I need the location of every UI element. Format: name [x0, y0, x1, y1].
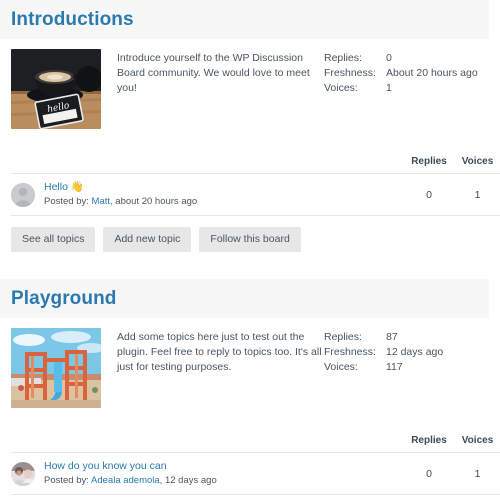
- board-thumbnail-playground: [11, 328, 101, 408]
- board-description: Add some topics here just to test out th…: [117, 331, 322, 373]
- see-all-topics-button[interactable]: See all topics: [11, 227, 96, 252]
- stat-freshness: Freshness: 12 days ago: [324, 345, 489, 360]
- stat-label-freshness: Freshness:: [324, 67, 376, 79]
- table-row[interactable]: Hello 👋 Posted by: Matt, about 20 hours …: [11, 173, 500, 216]
- topic-replies-count: 0: [426, 188, 432, 201]
- stat-value-replies: 0: [386, 52, 392, 64]
- topics-table-header: Replies Voices: [11, 156, 500, 173]
- stat-freshness: Freshness: About 20 hours ago: [324, 66, 489, 81]
- topic-main: How do you know you can Posted by: Adeal…: [35, 460, 403, 487]
- board-description: Introduce yourself to the WP Discussion …: [117, 52, 310, 94]
- stat-replies: Replies: 87: [324, 330, 489, 345]
- board-actions-introductions: See all topics Add new topic Follow this…: [0, 216, 500, 252]
- stat-label-voices: Voices:: [324, 82, 358, 94]
- column-header-voices: Voices: [461, 156, 494, 167]
- table-row[interactable]: How do you know you can Posted by: Adeal…: [11, 452, 500, 495]
- stat-value-voices: 1: [386, 82, 392, 94]
- board-stats: Replies: 87 Freshness: 12 days ago Voice…: [324, 328, 489, 408]
- stat-label-voices: Voices:: [324, 361, 358, 373]
- board-header-playground: Playground: [0, 279, 489, 318]
- follow-this-board-button[interactable]: Follow this board: [199, 227, 301, 252]
- topic-voices-count: 1: [474, 467, 481, 480]
- topics-table-header: Replies Voices: [11, 435, 500, 452]
- stat-value-freshness: About 20 hours ago: [386, 67, 478, 79]
- board-header-introductions: Introductions: [0, 0, 489, 39]
- stat-voices: Voices: 1: [324, 81, 489, 96]
- topic-title-link[interactable]: How do you know you can: [44, 460, 403, 473]
- topic-main: Hello 👋 Posted by: Matt, about 20 hours …: [35, 181, 403, 208]
- topics-table-introductions: Replies Voices Hello 👋 Posted by: Matt, …: [11, 156, 500, 216]
- board-stats: Replies: 0 Freshness: About 20 hours ago…: [324, 49, 489, 129]
- topic-time: about 20 hours ago: [115, 196, 198, 207]
- avatar: [11, 182, 35, 207]
- avatar: [11, 461, 35, 486]
- stat-value-replies: 87: [386, 331, 398, 343]
- board-thumbnail-coffee: hello: [11, 49, 101, 129]
- stat-replies: Replies: 0: [324, 51, 489, 66]
- stat-voices: Voices: 117: [324, 360, 489, 375]
- table-row[interactable]: [11, 495, 500, 500]
- board-summary-playground: Add some topics here just to test out th…: [0, 318, 500, 408]
- column-header-voices: Voices: [461, 435, 494, 446]
- topic-replies-count: 0: [426, 467, 432, 480]
- posted-by-label: Posted by:: [44, 196, 89, 207]
- topic-time: 12 days ago: [164, 475, 217, 486]
- stat-label-freshness: Freshness:: [324, 346, 376, 358]
- column-header-replies: Replies: [411, 156, 447, 167]
- topic-meta: Posted by: Adeala ademola, 12 days ago: [44, 474, 403, 487]
- topic-title-link[interactable]: Hello 👋: [44, 181, 403, 194]
- topics-table-playground: Replies Voices How do you know you can P…: [11, 435, 500, 500]
- board-summary-introductions: hello Introduce yourself to the WP Discu…: [0, 39, 500, 129]
- posted-by-label: Posted by:: [44, 475, 89, 486]
- stat-label-replies: Replies:: [324, 52, 362, 64]
- topic-meta: Posted by: Matt, about 20 hours ago: [44, 195, 403, 208]
- column-header-replies: Replies: [411, 435, 447, 446]
- stat-value-voices: 117: [386, 361, 403, 373]
- board-title[interactable]: Introductions: [11, 10, 134, 29]
- board-title[interactable]: Playground: [11, 289, 117, 308]
- topic-author-link[interactable]: Matt,: [92, 196, 113, 207]
- topic-voices-count: 1: [474, 188, 481, 201]
- stat-label-replies: Replies:: [324, 331, 362, 343]
- stat-value-freshness: 12 days ago: [386, 346, 444, 358]
- topic-author-link[interactable]: Adeala ademola,: [91, 475, 162, 486]
- add-new-topic-button[interactable]: Add new topic: [103, 227, 192, 252]
- discussion-board-page: Introductions hello Introduce yourself t…: [0, 0, 500, 500]
